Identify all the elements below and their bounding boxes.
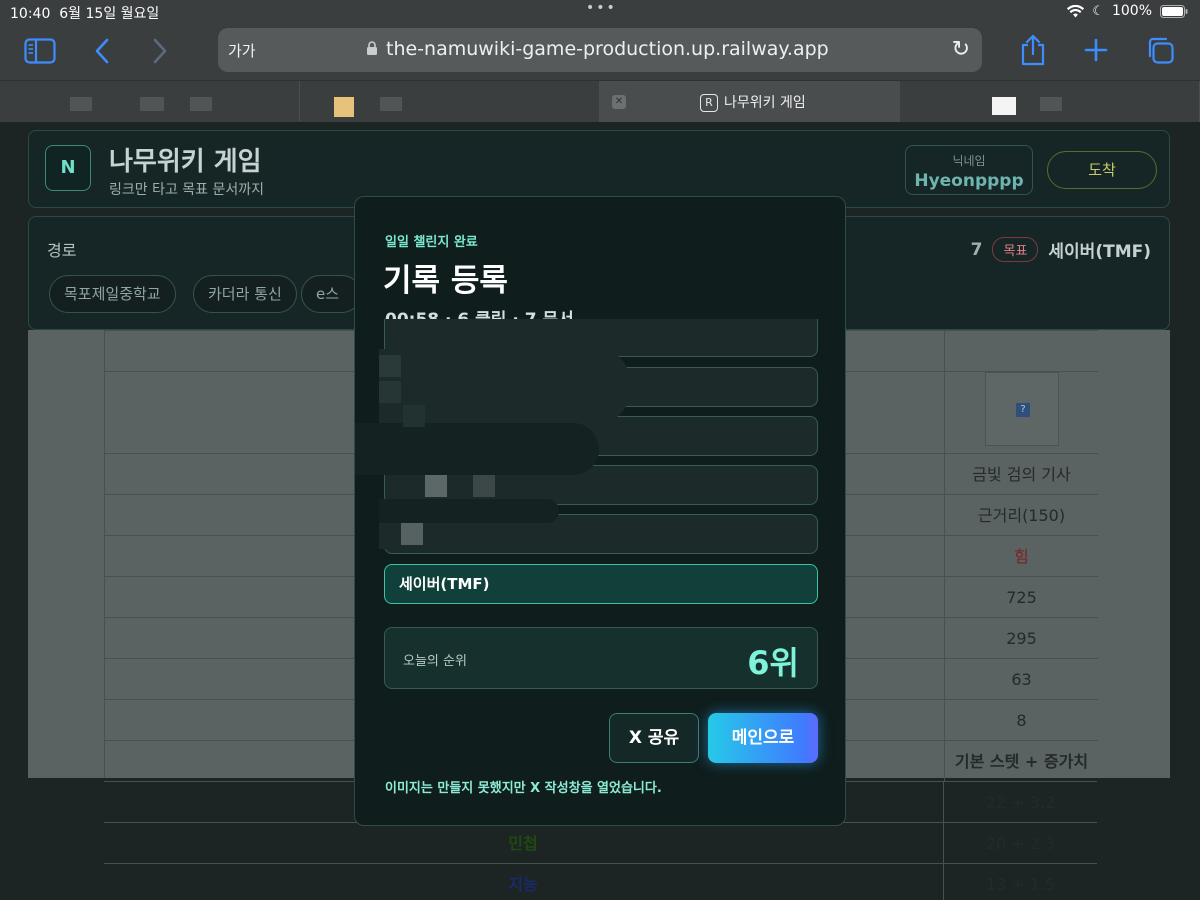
battery-percent: 100% — [1111, 3, 1152, 19]
target-badge: 목표 — [992, 237, 1039, 262]
share-icon[interactable] — [1020, 34, 1046, 66]
final-step: 세이버(TMF) — [384, 564, 818, 604]
modal-kicker: 일일 챌린지 완료 — [385, 235, 478, 250]
nickname-box[interactable]: 닉네임 Hyeonpppp — [905, 145, 1033, 195]
arrive-button[interactable]: 도착 — [1047, 151, 1157, 189]
tab-namuwiki-game[interactable]: ✕ R 나무위키 게임 — [600, 81, 900, 123]
tab-title: R 나무위키 게임 — [700, 92, 806, 112]
redacted-pixel — [403, 405, 425, 427]
moon-icon: ☾ — [1092, 3, 1104, 19]
go-main-button[interactable]: 메인으로 — [708, 713, 818, 763]
route-title: 경로 — [47, 241, 77, 260]
broken-image: ? — [985, 372, 1059, 446]
redacted-pixel — [425, 475, 447, 497]
status-time: 10:40 6월 15일 월요일 — [10, 6, 160, 22]
tab-redacted-2[interactable] — [300, 81, 600, 123]
table-row: 민첩 20 + 2.3 — [104, 822, 1097, 864]
browser-toolbar: 가가 the-namuwiki-game-production.up.railw… — [0, 24, 1200, 80]
close-tab-icon[interactable]: ✕ — [612, 95, 626, 109]
today-rank-box: 오늘의 순위 6위 — [384, 627, 818, 689]
share-note: 이미지는 만들지 못했지만 X 작성창을 열었습니다. — [385, 781, 662, 796]
table-row: 지능 13 + 1.5 — [104, 863, 1097, 900]
forward-icon[interactable] — [152, 38, 168, 64]
tab-favicon: R — [700, 94, 718, 112]
missing-image-icon: ? — [1016, 403, 1030, 417]
redacted-pixel — [473, 475, 495, 497]
route-summary: 7 목표 세이버(TMF) — [971, 237, 1151, 262]
multitasking-dots[interactable]: ••• — [586, 0, 617, 16]
game-subtitle: 링크만 타고 목표 문서까지 — [109, 182, 265, 198]
rank-label: 오늘의 순위 — [403, 654, 467, 669]
sidebar-icon[interactable] — [24, 38, 56, 64]
route-chip[interactable]: 목포제일중학교 — [49, 275, 176, 313]
text-size-button[interactable]: 가가 — [228, 40, 256, 61]
tab-redacted-1[interactable] — [0, 81, 300, 123]
lock-icon — [367, 41, 377, 55]
nickname-label: 닉네임 — [952, 154, 986, 168]
challenge-complete-modal: 일일 챌린지 완료 기록 등록 00:58 · 6 클릭 · 7 문서 세이버(… — [354, 196, 846, 826]
redacted-area — [355, 423, 599, 475]
battery-icon — [1160, 4, 1188, 18]
url-text: the-namuwiki-game-production.up.railway.… — [386, 38, 829, 60]
back-icon[interactable] — [94, 38, 110, 64]
redacted-pixel — [379, 381, 401, 403]
game-logo: N — [45, 145, 91, 191]
redacted-block — [140, 97, 164, 111]
modal-title: 기록 등록 — [383, 263, 508, 299]
status-bar: 10:40 6월 15일 월요일 ••• ☾ 100% — [0, 0, 1200, 24]
status-right: ☾ 100% — [1067, 3, 1188, 19]
tab-bar: ✕ R 나무위키 게임 — [0, 80, 1200, 123]
address-bar[interactable]: 가가 the-namuwiki-game-production.up.railw… — [218, 28, 982, 72]
wifi-icon — [1067, 4, 1085, 17]
redacted-block — [380, 97, 402, 111]
share-x-button[interactable]: X 공유 — [609, 713, 699, 763]
redacted-pixel — [401, 523, 423, 545]
favicon-redacted — [334, 97, 354, 117]
redacted-block — [190, 97, 212, 111]
new-tab-icon[interactable] — [1084, 38, 1108, 62]
tabs-overview-icon[interactable] — [1146, 36, 1174, 64]
tab-redacted-3[interactable] — [900, 81, 1200, 123]
redacted-pixel — [379, 355, 401, 377]
route-count: 7 — [970, 239, 983, 260]
reload-icon[interactable]: ↻ — [952, 37, 970, 62]
target-name: 세이버(TMF) — [1048, 242, 1151, 262]
game-title: 나무위키 게임 — [109, 147, 262, 177]
route-chip[interactable]: 카더라 통신 — [193, 275, 297, 313]
route-chip[interactable]: e스 — [301, 275, 361, 313]
redacted-block — [1040, 97, 1062, 111]
favicon-redacted — [992, 97, 1016, 115]
redacted-area — [379, 499, 559, 523]
image-placeholder-cell: ? — [944, 372, 1098, 454]
nickname-value: Hyeonpppp — [914, 171, 1024, 191]
rank-value: 6위 — [747, 644, 799, 682]
redacted-block — [70, 97, 92, 111]
